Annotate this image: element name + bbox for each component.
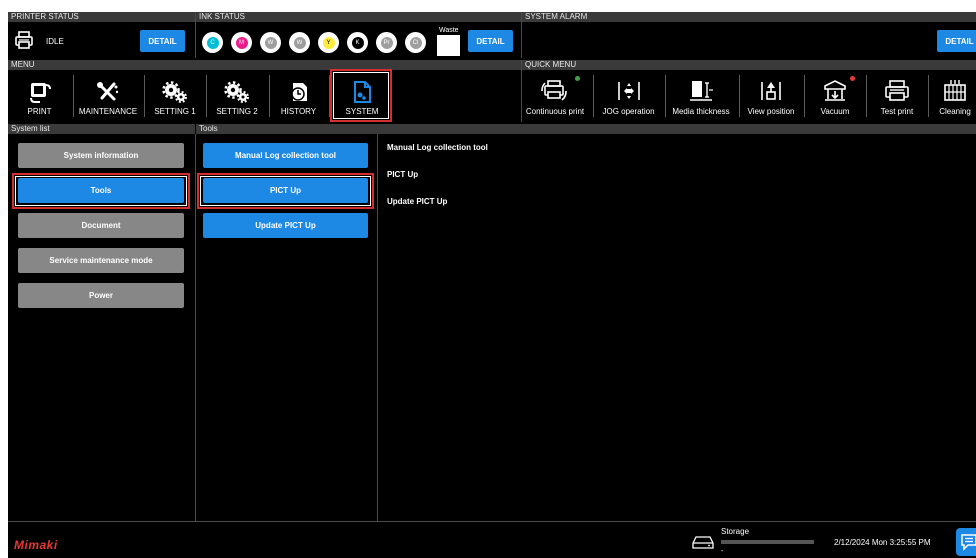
ink-slot[interactable]: C [202, 32, 223, 53]
ink-color-icon: W [264, 36, 277, 49]
ink-color-icon: C [206, 36, 219, 49]
waste-label: Waste [439, 27, 459, 34]
tools-item-update-pict-up[interactable]: Update PICT Up [203, 213, 368, 238]
storage-usage-text: - [721, 548, 724, 555]
mimaki-logo: Mimaki [14, 538, 58, 552]
ink-slot[interactable]: W [260, 32, 281, 53]
menu-header: MENU [8, 60, 521, 70]
menu-item-print[interactable]: PRINT [12, 73, 67, 119]
system-list-item-power[interactable]: Power [18, 283, 184, 308]
printer-detail-button[interactable]: DETAIL [140, 30, 185, 52]
view-position-icon [761, 82, 781, 100]
gears-icon [162, 81, 187, 103]
ink-slot[interactable]: W [289, 32, 310, 53]
ink-slot[interactable]: K [347, 32, 368, 53]
menu-item-maintenance[interactable]: MAINTENANCE [75, 73, 141, 119]
message-button[interactable] [956, 528, 976, 556]
ink-color-icon: Cl [409, 36, 422, 49]
storage-drive-icon [692, 535, 714, 554]
system-list-item-document[interactable]: Document [18, 213, 184, 238]
tools-selection-highlight [197, 173, 374, 209]
ink-detail-button[interactable]: DETAIL [468, 30, 513, 52]
quick-item-label: Test print [880, 107, 914, 116]
vacuum-status-dot [850, 76, 855, 81]
ink-slot[interactable]: Pr [376, 32, 397, 53]
system-list-item-service-maintenance-mode[interactable]: Service maintenance mode [18, 248, 184, 273]
ink-slot[interactable]: M [231, 32, 252, 53]
vacuum-icon [824, 80, 846, 101]
quick-menu-header: QUICK MENU [522, 60, 976, 70]
print-icon [29, 83, 51, 103]
system-list-item-system-information[interactable]: System information [18, 143, 184, 168]
ink-color-icon: K [351, 36, 364, 49]
history-icon [290, 83, 307, 101]
ink-color-icon: M [235, 36, 248, 49]
menu-item-setting-1[interactable]: SETTING 1 [146, 73, 204, 119]
storage-label: Storage [721, 527, 750, 536]
quick-item-label: Cleaning [939, 107, 971, 116]
quick-item-label: View position [747, 107, 795, 116]
chat-bubble-icon [961, 534, 976, 551]
quick-item-view-position[interactable]: View position [741, 73, 801, 119]
quick-item-label: Media thickness [672, 107, 730, 116]
menu-item-history[interactable]: HISTORY [271, 73, 326, 119]
quick-item-label: Vacuum [820, 107, 850, 116]
storage-usage-bar [721, 540, 814, 544]
ink-color-icon: Y [322, 36, 335, 49]
tools-header: Tools [196, 124, 976, 134]
info-line: PICT Up [387, 170, 419, 179]
menu-item-label: PRINT [27, 107, 52, 116]
menu-selection-highlight [330, 69, 392, 122]
tools-item-manual-log-collection[interactable]: Manual Log collection tool [203, 143, 368, 168]
quick-item-vacuum[interactable]: Vacuum [806, 73, 864, 119]
info-line: Update PICT Up [387, 197, 448, 206]
continuous-print-status-dot [575, 76, 580, 81]
menu-item-label: MAINTENANCE [78, 107, 138, 116]
ink-status-header: INK STATUS [196, 12, 521, 22]
app-window: PRINTER STATUS INK STATUS SYSTEM ALARM I… [8, 12, 976, 558]
system-list-header: System list [8, 124, 195, 134]
ink-slot[interactable]: Y [318, 32, 339, 53]
continuous-print-icon [541, 80, 567, 101]
ink-color-icon: Pr [380, 36, 393, 49]
printer-status-header: PRINTER STATUS [8, 12, 195, 22]
menu-item-label: SETTING 1 [154, 107, 196, 116]
printer-icon [15, 31, 33, 54]
info-line: Manual Log collection tool [387, 143, 488, 152]
quick-item-cleaning[interactable]: Cleaning [930, 73, 976, 119]
waste-tank-indicator[interactable] [437, 35, 460, 56]
menu-item-setting-2[interactable]: SETTING 2 [208, 73, 266, 119]
jog-icon [617, 82, 640, 100]
gears-icon [224, 81, 249, 103]
quick-item-media-thickness[interactable]: Media thickness [667, 73, 735, 119]
media-thickness-icon [690, 81, 713, 101]
ink-slot[interactable]: Cl [405, 32, 426, 53]
printer-state: IDLE [46, 37, 64, 46]
ink-color-icon: W [293, 36, 306, 49]
menu-item-label: HISTORY [280, 107, 317, 116]
quick-item-label: JOG operation [602, 107, 655, 116]
maintenance-icon [97, 82, 119, 101]
system-list-selection-highlight [12, 173, 190, 209]
system-alarm-header: SYSTEM ALARM [522, 12, 976, 22]
quick-item-test-print[interactable]: Test print [868, 73, 926, 119]
datetime-display: 2/12/2024 Mon 3:25:55 PM [834, 538, 931, 547]
test-print-icon [885, 80, 909, 101]
cleaning-icon [944, 80, 966, 101]
menu-item-label: SETTING 2 [216, 107, 258, 116]
alarm-detail-button[interactable]: DETAIL [937, 30, 976, 52]
quick-item-jog-operation[interactable]: JOG operation [595, 73, 662, 119]
quick-item-label: Continuous print [525, 107, 585, 116]
